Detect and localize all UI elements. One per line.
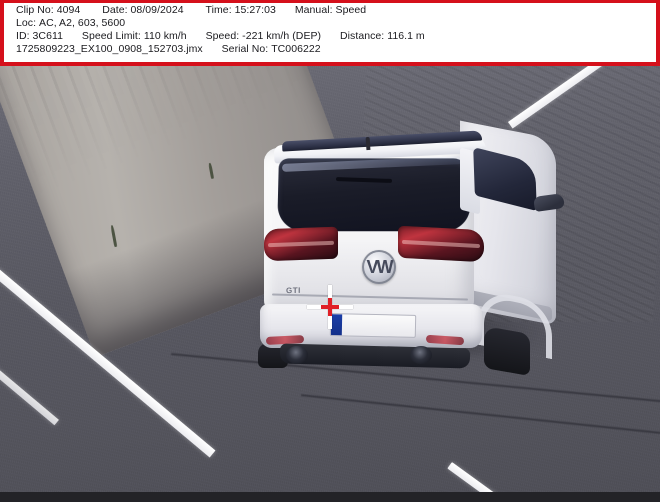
roadside-weed <box>208 162 215 179</box>
metadata-line-location: Loc: AC, A2, 603, 5600 <box>16 17 652 30</box>
speed-value: -221 km/h (DEP) <box>242 30 322 42</box>
id-value: 3C611 <box>32 30 63 42</box>
manual-label: Manual: <box>294 4 333 16</box>
license-plate-eu-strip <box>330 314 343 336</box>
distance-value: 116.1 m <box>387 30 425 42</box>
vehicle-antenna <box>365 136 371 151</box>
speed-camera-evidence-screenshot: Clip No: 4094 Date: 08/09/2024 Time: 15:… <box>0 0 660 502</box>
vehicle-side-mirror <box>533 192 565 213</box>
bottom-frame-strip <box>0 492 660 502</box>
loc-value: AC, A2, 603, 5600 <box>39 17 126 29</box>
crosshair-core-horizontal <box>321 305 339 309</box>
vehicle-left-exhaust <box>286 346 308 364</box>
vw-emblem-icon: VW <box>362 250 396 284</box>
vehicle-left-taillight <box>264 226 338 262</box>
speed-label: Speed: <box>205 30 240 42</box>
clip-no-label: Clip No: <box>16 4 54 16</box>
taillight-stripe <box>267 240 335 248</box>
license-plate <box>329 313 417 338</box>
metadata-text-block: Clip No: 4094 Date: 08/09/2024 Time: 15:… <box>16 4 652 62</box>
metadata-line-speed: ID: 3C611 Speed Limit: 110 km/h Speed: -… <box>16 30 652 43</box>
id-label: ID: <box>16 30 30 42</box>
manual-value: Speed <box>335 4 367 16</box>
time-value: 15:27:03 <box>234 4 276 16</box>
serial-no-label: Serial No: <box>221 43 269 55</box>
vehicle-right-taillight <box>398 225 484 263</box>
taillight-stripe <box>402 240 480 249</box>
metadata-line-file-serial: 1725809223_EX100_0908_152703.jmx Serial … <box>16 43 652 56</box>
clip-filename: 1725809223_EX100_0908_152703.jmx <box>16 43 203 55</box>
serial-no-value: TC006222 <box>271 43 321 55</box>
date-value: 08/09/2024 <box>130 4 184 16</box>
vehicle-rear-diffuser <box>279 343 471 369</box>
vehicle-rear-right-wheel <box>484 325 530 377</box>
time-label: Time: <box>205 4 232 16</box>
date-label: Date: <box>102 4 128 16</box>
speed-limit-value: 110 km/h <box>143 30 187 42</box>
target-vehicle: VW GTI <box>238 100 565 377</box>
vehicle-right-exhaust <box>410 346 432 364</box>
clip-no-value: 4094 <box>56 4 81 16</box>
distance-label: Distance: <box>340 30 385 42</box>
evidence-photo: VW GTI <box>0 62 660 502</box>
metadata-header-panel: Clip No: 4094 Date: 08/09/2024 Time: 15:… <box>0 0 660 66</box>
loc-label: Loc: <box>16 17 37 29</box>
roadside-weed <box>110 224 118 248</box>
metadata-line-clip-date-time: Clip No: 4094 Date: 08/09/2024 Time: 15:… <box>16 4 652 17</box>
speed-limit-label: Speed Limit: <box>81 30 141 42</box>
